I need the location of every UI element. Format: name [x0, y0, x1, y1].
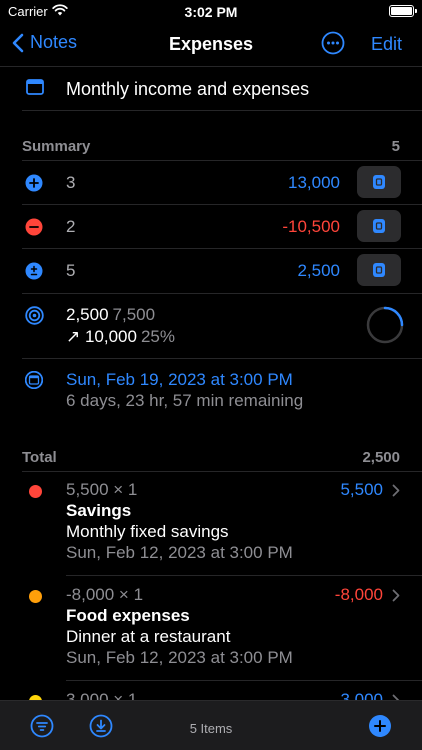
summary-row-amount: -10,500: [282, 217, 340, 236]
plus-minus-circle-icon: [25, 262, 43, 280]
status-bar: Carrier 3:02 PM: [0, 0, 422, 26]
doc-icon: [373, 263, 385, 277]
goal-current-line: 2,500 7,500: [66, 305, 155, 325]
goal-progress-ring: [366, 306, 404, 344]
summary-header: Summary 5: [22, 138, 400, 155]
summary-row-expense[interactable]: 2 -10,500: [0, 204, 422, 248]
calendar-icon: [25, 371, 43, 389]
goal-target: ↗ 10,000: [66, 327, 137, 346]
bottom-toolbar: 5 Items: [0, 700, 422, 750]
goal-remaining: 7,500: [112, 305, 156, 324]
add-icon[interactable]: [368, 714, 392, 738]
plus-circle-icon: [25, 174, 43, 192]
clock: 3:02 PM: [184, 4, 238, 20]
summary-row-count: 3: [66, 173, 76, 192]
deadline-remaining: 6 days, 23 hr, 57 min remaining: [66, 391, 304, 410]
chevron-right-icon: [392, 484, 400, 497]
summary-row-action-button[interactable]: [357, 254, 401, 286]
navigation-bar: Notes Expenses Edit: [0, 26, 422, 66]
deadline-date: Sun, Feb 19, 2023 at 3:00 PM: [66, 370, 293, 389]
goal-current: 2,500: [66, 305, 109, 324]
minus-circle-icon: [25, 218, 43, 236]
item-date: Sun, Feb 12, 2023 at 3:00 PM: [66, 648, 293, 667]
edit-button[interactable]: Edit: [371, 34, 402, 55]
items-count-label: 5 Items: [189, 721, 233, 736]
divider: [22, 358, 422, 359]
item-quantity: -8,000 × 1: [66, 585, 144, 604]
window-icon: [26, 79, 44, 95]
item-date: Sun, Feb 12, 2023 at 3:00 PM: [66, 543, 293, 562]
summary-row-count: 5: [66, 261, 76, 280]
total-value: 2,500: [362, 449, 400, 466]
page-title: Expenses: [168, 34, 254, 54]
total-header-label: Total: [22, 449, 57, 466]
divider: [22, 110, 422, 111]
total-header: Total 2,500: [22, 449, 400, 466]
goal-percent: 25%: [140, 327, 175, 346]
note-title: Monthly income and expenses: [66, 79, 310, 99]
item-amount: -8,000: [334, 585, 383, 604]
summary-row-income[interactable]: 3 13,000: [0, 160, 422, 204]
summary-row-action-button[interactable]: [357, 210, 401, 242]
item-name: Food expenses: [66, 606, 190, 625]
item-name: Savings: [66, 501, 132, 520]
item-description: Monthly fixed savings: [66, 522, 229, 541]
summary-row-count: 2: [66, 217, 76, 236]
battery-icon: [389, 5, 417, 17]
note-title-row[interactable]: Monthly income and expenses: [0, 66, 422, 110]
summary-count: 5: [391, 138, 400, 155]
summary-row-action-button[interactable]: [357, 166, 401, 198]
summary-header-label: Summary: [22, 138, 91, 155]
more-icon[interactable]: [321, 31, 345, 55]
category-dot: [29, 590, 42, 603]
summary-row-balance[interactable]: 5 2,500: [0, 248, 422, 292]
item-description: Dinner at a restaurant: [66, 627, 231, 646]
doc-icon: [373, 219, 385, 233]
doc-icon: [373, 175, 385, 189]
chevron-right-icon: [392, 589, 400, 602]
goal-row[interactable]: 2,500 7,500 ↗ 10,000 25%: [0, 294, 422, 358]
item-amount: 5,500: [340, 480, 383, 499]
target-icon: [25, 306, 44, 325]
summary-row-amount: 13,000: [288, 173, 340, 192]
list-item[interactable]: 5,500 × 1 Savings Monthly fixed savings …: [0, 471, 422, 575]
list-item[interactable]: -8,000 × 1 Food expenses Dinner at a res…: [0, 576, 422, 680]
deadline-row[interactable]: Sun, Feb 19, 2023 at 3:00 PM 6 days, 23 …: [0, 360, 422, 420]
goal-target-line: ↗ 10,000 25%: [66, 327, 175, 347]
item-quantity: 5,500 × 1: [66, 480, 138, 499]
category-dot: [29, 485, 42, 498]
summary-row-amount: 2,500: [297, 261, 340, 280]
